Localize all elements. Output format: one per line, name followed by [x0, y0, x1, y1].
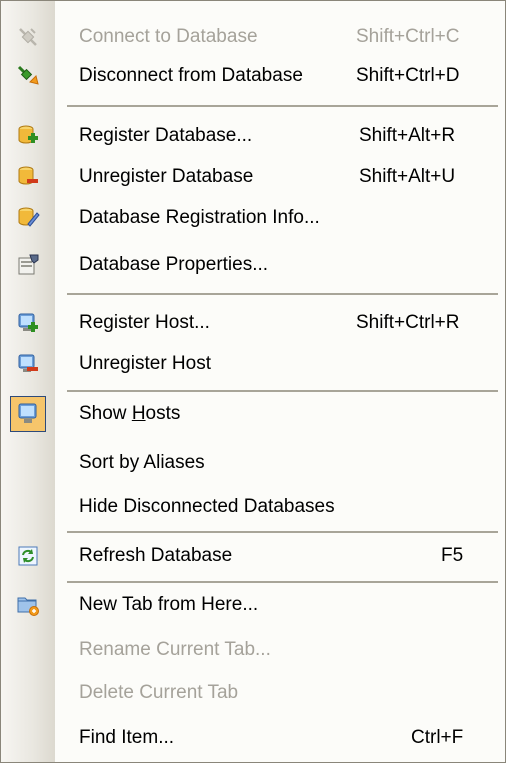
context-menu: Connect to Database Shift+Ctrl+C Disconn… — [0, 0, 506, 763]
menu-separator — [67, 293, 498, 295]
menu-item-label: Unregister Host — [79, 353, 211, 374]
menu-item-label: Find Item... — [79, 727, 175, 748]
host-remove-icon — [18, 354, 38, 372]
database-edit-icon — [18, 207, 40, 227]
database-add-icon — [18, 125, 38, 144]
menu-item-label: New Tab from Here... — [79, 594, 259, 615]
menu-item-label: Register Host... — [79, 312, 210, 333]
plug-connect-icon — [19, 28, 37, 46]
menu-item-shortcut: F5 — [441, 545, 464, 566]
menu-item-delete-current-tab[interactable]: Delete Current Tab — [1, 669, 505, 717]
menu-item-show-hosts[interactable]: Show Hosts — [1, 390, 505, 438]
folder-tab-new-icon — [17, 597, 39, 616]
menu-item-disconnect-from-database[interactable]: Disconnect from Database Shift+Ctrl+D — [1, 52, 505, 100]
menu-item-shortcut: Shift+Ctrl+C — [356, 26, 460, 47]
database-properties-icon — [18, 254, 39, 275]
menu-item-label: Register Database... — [79, 125, 253, 146]
refresh-icon — [18, 546, 38, 566]
menu-item-refresh-database[interactable]: Refresh Database F5 — [1, 532, 505, 580]
menu-item-database-registration-info[interactable]: Database Registration Info... — [1, 194, 505, 242]
menu-item-rename-current-tab[interactable]: Rename Current Tab... — [1, 626, 505, 674]
host-show-icon — [18, 403, 37, 423]
menu-item-new-tab-from-here[interactable]: New Tab from Here... — [1, 581, 505, 629]
menu-item-label: Rename Current Tab... — [79, 639, 271, 660]
menu-item-label: Sort by Aliases — [79, 452, 205, 473]
menu-item-label: Disconnect from Database — [79, 65, 303, 86]
menu-item-label: Hide Disconnected Databases — [79, 496, 335, 517]
plug-disconnect-icon — [17, 65, 39, 85]
menu-item-shortcut: Shift+Alt+R — [359, 125, 456, 146]
menu-item-shortcut: Shift+Alt+U — [359, 166, 456, 187]
menu-item-label: Database Registration Info... — [79, 207, 320, 228]
menu-item-label: Show Hosts — [79, 403, 181, 424]
menu-item-label: Delete Current Tab — [79, 682, 239, 703]
menu-item-shortcut: Shift+Ctrl+R — [356, 312, 460, 333]
menu-item-label: Unregister Database — [79, 166, 254, 187]
checked-indicator — [10, 396, 46, 432]
database-remove-icon — [18, 166, 38, 185]
menu-item-find-item[interactable]: Find Item... Ctrl+F — [1, 714, 505, 762]
menu-item-label: Connect to Database — [79, 26, 258, 47]
menu-separator — [67, 105, 498, 107]
menu-item-shortcut: Shift+Ctrl+D — [356, 65, 460, 86]
menu-item-label: Refresh Database — [79, 545, 233, 566]
menu-item-hide-disconnected-databases[interactable]: Hide Disconnected Databases — [1, 483, 505, 531]
menu-item-unregister-host[interactable]: Unregister Host — [1, 340, 505, 388]
menu-item-database-properties[interactable]: Database Properties... — [1, 241, 505, 289]
menu-item-label: Database Properties... — [79, 254, 269, 275]
menu-item-shortcut: Ctrl+F — [411, 727, 464, 748]
menu-item-sort-by-aliases[interactable]: Sort by Aliases — [1, 439, 505, 487]
host-add-icon — [18, 313, 38, 332]
